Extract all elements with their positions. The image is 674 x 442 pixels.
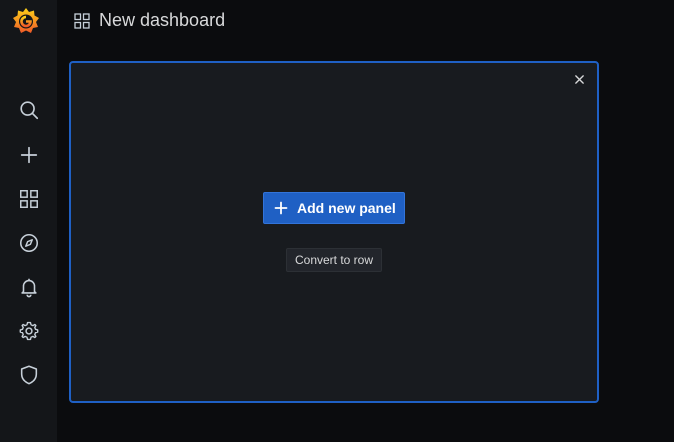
apps-grid-icon xyxy=(74,13,90,29)
sidemenu-item-search[interactable] xyxy=(0,92,57,128)
sidemenu-item-configuration[interactable] xyxy=(0,313,57,349)
plus-icon xyxy=(274,201,288,215)
bell-icon xyxy=(20,278,37,298)
sidemenu-item-server-admin[interactable] xyxy=(0,357,57,393)
convert-to-row-button[interactable]: Convert to row xyxy=(286,248,382,272)
sidemenu-item-dashboards[interactable] xyxy=(0,181,57,217)
compass-icon xyxy=(19,233,38,253)
add-new-panel-button[interactable]: Add new panel xyxy=(263,192,405,224)
shield-icon xyxy=(20,365,37,385)
add-panel-widget: Add new panel Convert to row xyxy=(69,61,599,403)
plus-icon xyxy=(20,146,37,164)
page-title[interactable]: New dashboard xyxy=(99,10,225,31)
sidemenu-item-create[interactable] xyxy=(0,137,57,173)
close-icon[interactable] xyxy=(571,71,587,87)
add-new-panel-label: Add new panel xyxy=(297,200,396,216)
sidemenu-item-alerting[interactable] xyxy=(0,269,57,305)
side-menu xyxy=(0,0,57,442)
apps-grid-icon xyxy=(19,190,38,208)
top-bar: New dashboard xyxy=(57,0,674,42)
search-icon xyxy=(19,101,38,120)
gear-icon xyxy=(19,321,38,341)
sidemenu-item-explore[interactable] xyxy=(0,225,57,261)
convert-to-row-label: Convert to row xyxy=(294,253,374,267)
grafana-logo-icon[interactable] xyxy=(11,6,41,36)
app-root: New dashboard Add new panel Convert to r… xyxy=(0,0,674,442)
